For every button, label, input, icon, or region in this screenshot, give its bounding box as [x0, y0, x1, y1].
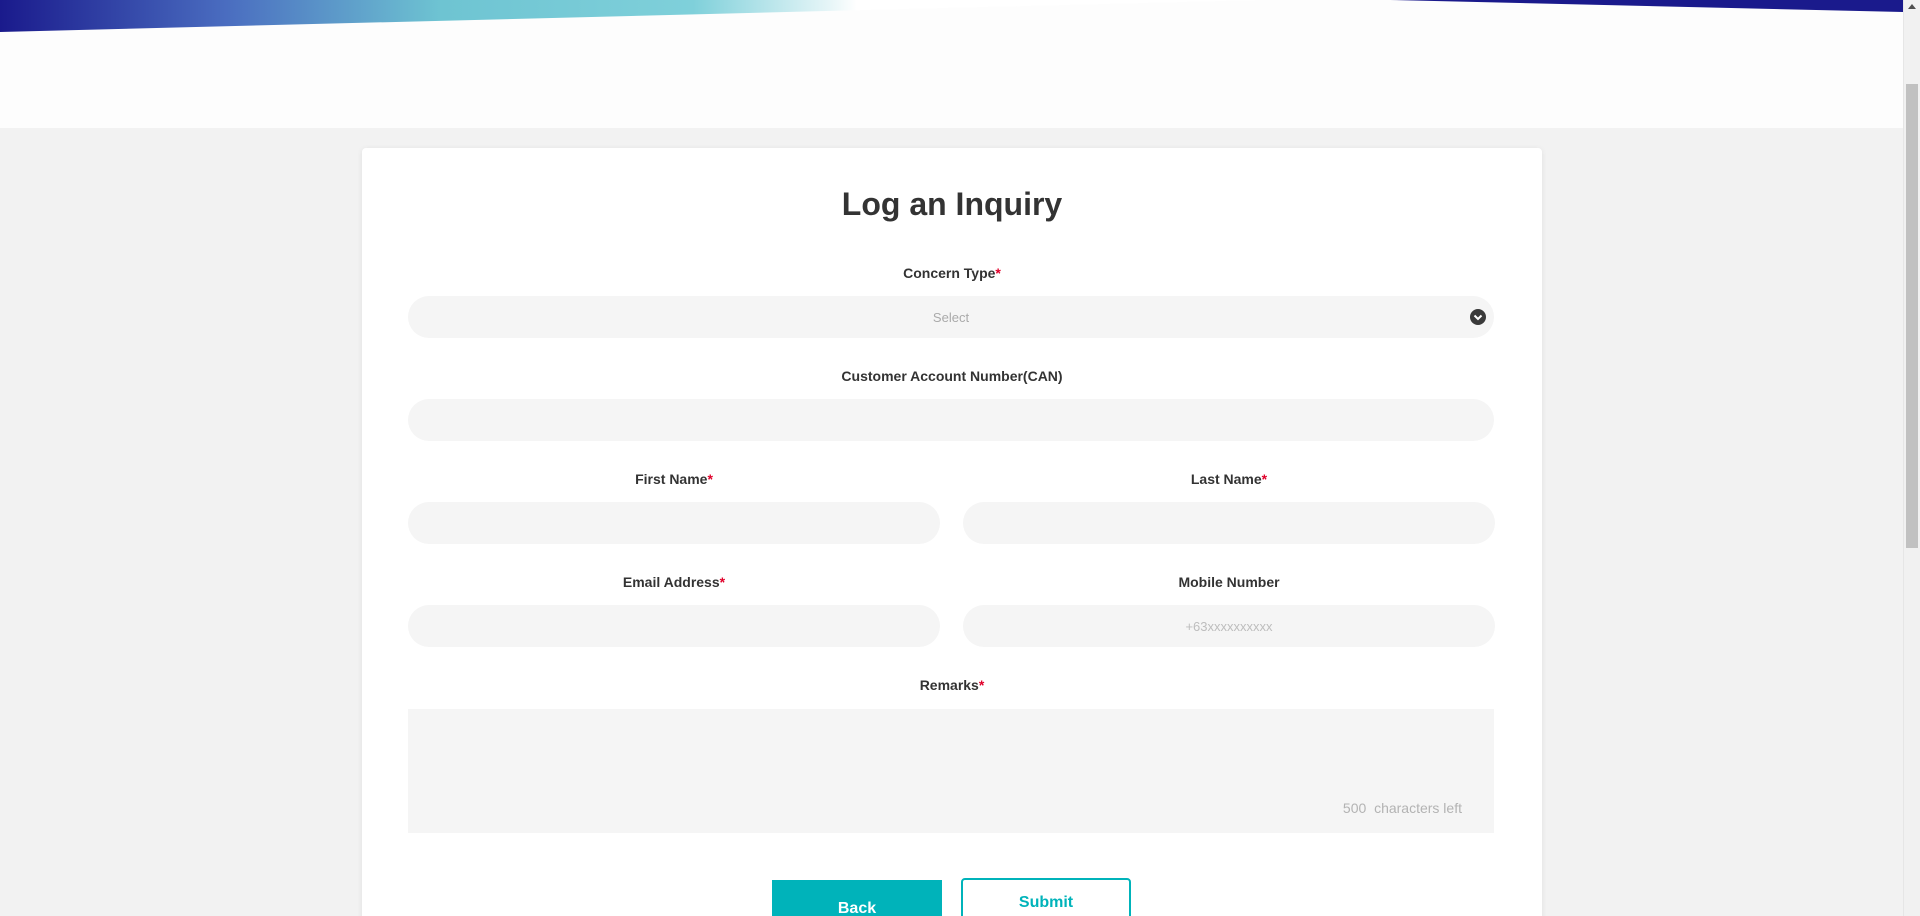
header-banner-graphic	[0, 0, 1903, 32]
last-name-label: Last Name*	[963, 471, 1495, 487]
required-mark: *	[978, 677, 985, 693]
vertical-scrollbar[interactable]	[1903, 0, 1920, 916]
page-title: Log an Inquiry	[841, 186, 1063, 222]
concern-type-label: Concern Type*	[362, 265, 1542, 281]
required-mark: *	[1261, 471, 1268, 487]
can-label: Customer Account Number(CAN)	[362, 368, 1542, 384]
inquiry-form-card: Log an Inquiry Concern Type* Select Cust…	[362, 148, 1542, 916]
remarks-char-counter: 500 characters left	[1342, 800, 1462, 816]
mobile-label-text: Mobile Number	[1178, 574, 1280, 590]
remarks-textarea[interactable]	[408, 709, 1494, 833]
submit-button[interactable]: Submit	[961, 878, 1131, 916]
concern-type-select-value: Select	[932, 309, 970, 325]
email-label-text: Email Address	[622, 574, 720, 590]
remarks-label: Remarks*	[362, 677, 1542, 693]
scrollbar-thumb[interactable]	[1906, 84, 1918, 548]
required-mark: *	[995, 265, 1001, 281]
last-name-label-text: Last Name	[1190, 471, 1262, 487]
concern-type-label-text: Concern Type	[903, 265, 996, 281]
page: Log an Inquiry Concern Type* Select Cust…	[0, 0, 1920, 916]
can-input[interactable]	[408, 399, 1494, 441]
first-name-label: First Name*	[408, 471, 940, 487]
back-button[interactable]: Back	[772, 880, 942, 916]
concern-type-select[interactable]: Select	[408, 296, 1494, 338]
chars-left-suffix: characters left	[1374, 800, 1462, 816]
can-label-text: Customer Account Number(CAN)	[841, 368, 1063, 384]
scroll-up-arrow-icon[interactable]	[1908, 4, 1916, 9]
required-mark: *	[707, 471, 713, 487]
email-input[interactable]	[408, 605, 940, 647]
chevron-down-icon	[1470, 309, 1486, 325]
mobile-input[interactable]	[963, 605, 1495, 647]
email-label: Email Address*	[408, 574, 940, 590]
mobile-label: Mobile Number	[963, 574, 1495, 590]
remarks-label-text: Remarks	[919, 677, 979, 693]
first-name-input[interactable]	[408, 502, 940, 544]
first-name-label-text: First Name	[635, 471, 708, 487]
chars-left-count: 500	[1342, 800, 1367, 816]
site-header	[0, 0, 1903, 128]
required-mark: *	[719, 574, 726, 590]
last-name-input[interactable]	[963, 502, 1495, 544]
